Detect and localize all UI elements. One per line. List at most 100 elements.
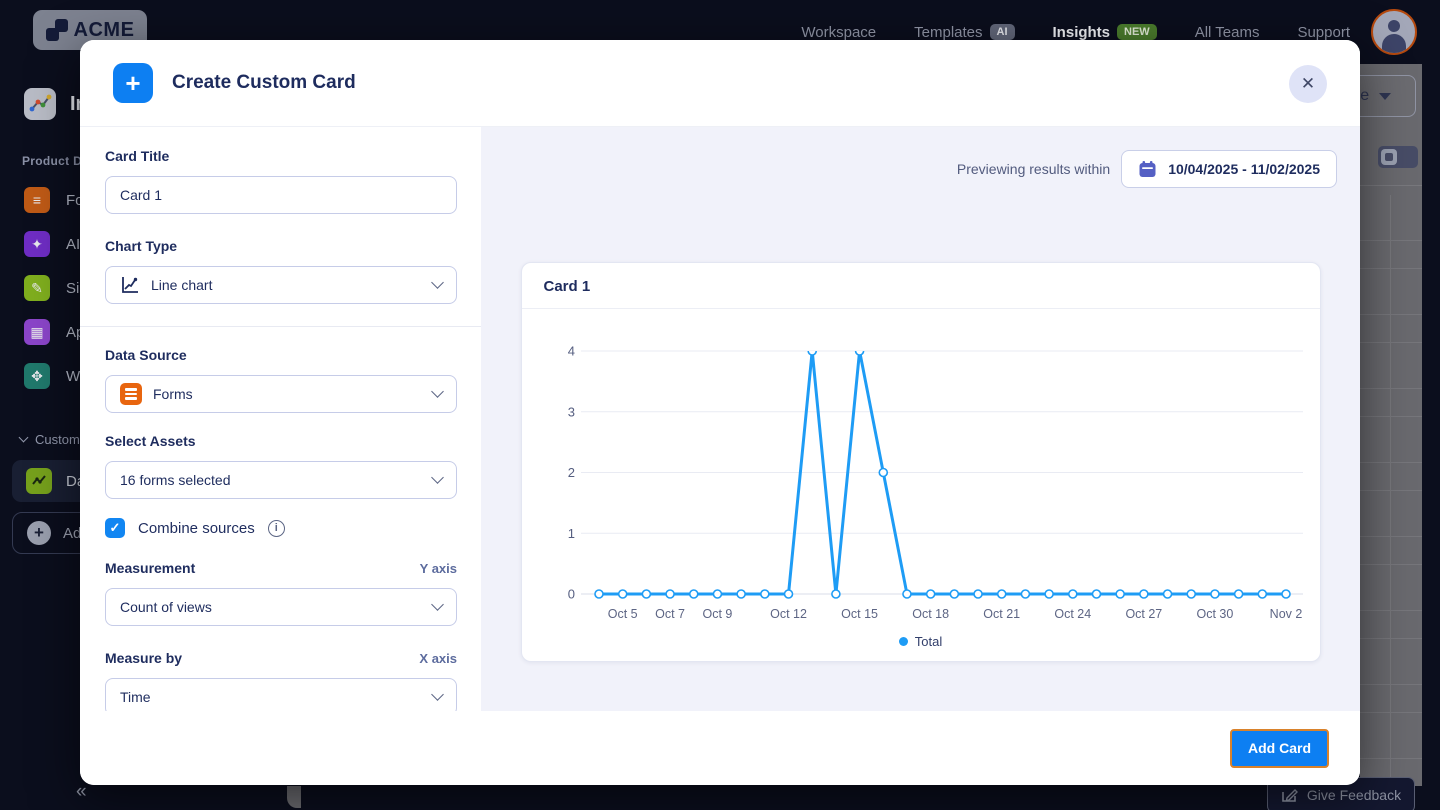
chevron-down-icon bbox=[431, 688, 444, 701]
combine-sources-row: ✓ Combine sources i bbox=[105, 518, 457, 538]
table-row bbox=[1360, 389, 1422, 417]
background-content-strip bbox=[1360, 64, 1422, 786]
nav-item-insights[interactable]: InsightsNEW bbox=[1053, 24, 1157, 41]
line-chart: 01234Oct 5Oct 7Oct 9Oct 12Oct 15Oct 18Oc… bbox=[522, 309, 1320, 632]
ai-badge: AI bbox=[990, 24, 1015, 40]
table-row bbox=[1360, 463, 1422, 491]
background-table-rows bbox=[1360, 195, 1422, 786]
chevron-down-icon bbox=[431, 598, 444, 611]
avatar-person-icon bbox=[1388, 20, 1400, 32]
chevron-down-icon bbox=[431, 471, 444, 484]
select-assets-value: 16 forms selected bbox=[120, 472, 422, 488]
nav-item-support[interactable]: Support bbox=[1297, 24, 1350, 41]
table-row bbox=[1360, 611, 1422, 639]
close-icon[interactable]: ✕ bbox=[1289, 65, 1327, 103]
modal-title: Create Custom Card bbox=[172, 72, 356, 94]
chevron-down-icon bbox=[19, 433, 29, 443]
create-custom-card-modal: + Create Custom Card ✕ Card Title Chart … bbox=[80, 40, 1360, 785]
preview-label: Previewing results within bbox=[957, 161, 1110, 177]
svg-text:Oct 27: Oct 27 bbox=[1125, 607, 1162, 621]
plus-icon: + bbox=[27, 521, 51, 545]
insights-product-icon bbox=[24, 88, 56, 120]
table-row bbox=[1360, 269, 1422, 315]
add-card-button[interactable]: Add Card bbox=[1230, 729, 1329, 768]
measurement-value: Count of views bbox=[120, 599, 422, 615]
background-toggle-switch[interactable] bbox=[1378, 146, 1418, 168]
modal-header: + Create Custom Card ✕ bbox=[80, 40, 1360, 127]
table-row bbox=[1360, 639, 1422, 685]
select-assets-select[interactable]: 16 forms selected bbox=[105, 461, 457, 499]
info-icon[interactable]: i bbox=[268, 520, 285, 537]
chevron-down-icon bbox=[431, 385, 444, 398]
sidebar-collapse-button[interactable]: « bbox=[76, 781, 85, 803]
combine-sources-checkbox[interactable]: ✓ bbox=[105, 518, 125, 538]
svg-text:Oct 5: Oct 5 bbox=[607, 607, 637, 621]
data-source-label: Data Source bbox=[105, 347, 457, 363]
svg-text:Oct 24: Oct 24 bbox=[1054, 607, 1091, 621]
svg-text:2: 2 bbox=[567, 465, 574, 480]
table-row bbox=[1360, 713, 1422, 759]
give-feedback-label: Give Feedback bbox=[1307, 787, 1401, 803]
table-row bbox=[1360, 195, 1422, 241]
svg-text:Nov 2: Nov 2 bbox=[1269, 607, 1302, 621]
line-chart-icon bbox=[120, 275, 140, 295]
nav-item-templates[interactable]: TemplatesAI bbox=[914, 24, 1014, 41]
data-source-select[interactable]: Forms bbox=[105, 375, 457, 413]
chart-type-label: Chart Type bbox=[105, 238, 457, 254]
table-row bbox=[1360, 343, 1422, 389]
apps-icon: ▦ bbox=[24, 319, 50, 345]
nav-item-workspace[interactable]: Workspace bbox=[801, 24, 876, 41]
card-title-input[interactable] bbox=[105, 176, 457, 214]
measure-by-value: Time bbox=[120, 689, 422, 705]
measurement-label: Measurement bbox=[105, 560, 195, 576]
date-range-value: 10/04/2025 - 11/02/2025 bbox=[1168, 161, 1320, 177]
measurement-select[interactable]: Count of views bbox=[105, 588, 457, 626]
sign-icon: ✎ bbox=[24, 275, 50, 301]
chevron-down-icon bbox=[431, 276, 444, 289]
chart-type-value: Line chart bbox=[151, 277, 422, 293]
data-source-value: Forms bbox=[153, 386, 422, 402]
table-row bbox=[1360, 417, 1422, 463]
sidebar-custom-label: Custom bbox=[35, 432, 80, 447]
dashboard-icon bbox=[26, 468, 52, 494]
forms-icon bbox=[120, 383, 142, 405]
chart-type-select[interactable]: Line chart bbox=[105, 266, 457, 304]
svg-text:4: 4 bbox=[567, 344, 574, 359]
date-range-picker[interactable]: 10/04/2025 - 11/02/2025 bbox=[1121, 150, 1337, 188]
chart-preview-card: Card 1 01234Oct 5Oct 7Oct 9Oct 12Oct 15O… bbox=[521, 262, 1321, 662]
x-axis-tag: X axis bbox=[419, 651, 457, 666]
nav-item-all-teams[interactable]: All Teams bbox=[1195, 24, 1260, 41]
feedback-pencil-icon bbox=[1281, 787, 1298, 804]
section-divider bbox=[80, 326, 481, 327]
legend-dot-icon bbox=[899, 637, 908, 646]
caret-down-icon bbox=[1379, 93, 1391, 100]
modal-body: Card Title Chart Type Line chart Data So… bbox=[80, 127, 1360, 711]
ai-icon: ✦ bbox=[24, 231, 50, 257]
table-row bbox=[1360, 491, 1422, 537]
card-config-form: Card Title Chart Type Line chart Data So… bbox=[80, 127, 481, 711]
svg-text:Oct 7: Oct 7 bbox=[655, 607, 685, 621]
workflows-icon: ✥ bbox=[24, 363, 50, 389]
svg-text:1: 1 bbox=[567, 526, 574, 541]
select-assets-label: Select Assets bbox=[105, 433, 457, 449]
svg-text:Oct 21: Oct 21 bbox=[983, 607, 1020, 621]
table-row bbox=[1360, 241, 1422, 269]
brand-name: ACME bbox=[74, 19, 135, 42]
calendar-icon bbox=[1138, 160, 1157, 179]
measure-by-label: Measure by bbox=[105, 650, 182, 666]
legend-series-label: Total bbox=[915, 634, 942, 649]
preview-panel: Previewing results within 10/04/2025 - 1… bbox=[481, 127, 1360, 711]
create-card-icon: + bbox=[113, 63, 153, 103]
table-row bbox=[1360, 537, 1422, 565]
svg-text:Oct 12: Oct 12 bbox=[770, 607, 807, 621]
table-row bbox=[1360, 565, 1422, 611]
new-badge: NEW bbox=[1117, 24, 1157, 40]
forms-icon: ≡ bbox=[24, 187, 50, 213]
svg-text:Oct 18: Oct 18 bbox=[912, 607, 949, 621]
chart-card-title: Card 1 bbox=[522, 263, 1320, 309]
card-title-label: Card Title bbox=[105, 148, 457, 164]
user-avatar[interactable] bbox=[1371, 9, 1417, 55]
svg-text:Oct 9: Oct 9 bbox=[702, 607, 732, 621]
table-row bbox=[1360, 315, 1422, 343]
svg-text:Oct 30: Oct 30 bbox=[1196, 607, 1233, 621]
